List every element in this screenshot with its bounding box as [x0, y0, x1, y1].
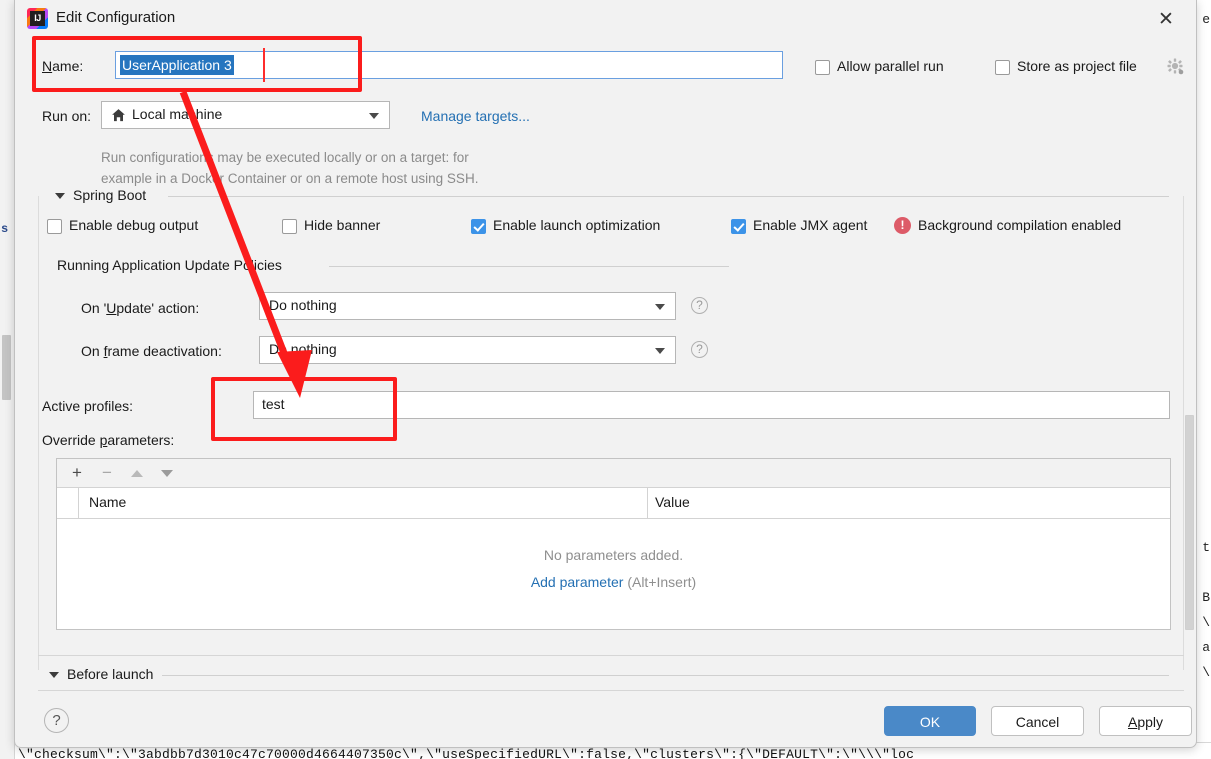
run-on-value: Local machine: [132, 106, 223, 122]
on-frame-deactivation-value: Do nothing: [269, 341, 337, 357]
table-toolbar: + −: [57, 459, 1170, 488]
spring-boot-section-header[interactable]: Spring Boot: [55, 187, 1169, 205]
on-frame-help-icon[interactable]: ?: [691, 341, 708, 358]
background-right-fragment-2: B: [1202, 590, 1210, 605]
on-update-action-combobox[interactable]: Do nothing: [259, 292, 676, 320]
dialog-scrollbar-thumb[interactable]: [1185, 415, 1194, 630]
hide-banner-label: Hide banner: [304, 217, 381, 233]
run-on-label: Run on:: [42, 108, 92, 124]
dialog-titlebar: Edit Configuration ✕: [15, 0, 1196, 39]
empty-state-action-row: Add parameter (Alt+Insert): [57, 574, 1170, 590]
background-right-fragment-4: a: [1202, 640, 1210, 655]
store-as-project-file-label: Store as project file: [1017, 58, 1137, 74]
section-rule: [162, 675, 1169, 676]
column-header-name: Name: [89, 494, 127, 510]
dialog-title: Edit Configuration: [56, 9, 176, 26]
apply-button[interactable]: Apply: [1099, 706, 1192, 736]
on-frame-deactivation-label: On frame deactivation:: [81, 343, 222, 359]
update-policies-group-header: Running Application Update Policies: [57, 257, 1169, 275]
add-parameter-icon[interactable]: +: [67, 463, 87, 483]
collapse-triangle-icon: [49, 672, 59, 678]
empty-state-message: No parameters added.: [543, 547, 684, 563]
background-right-fragment-0: e: [1202, 12, 1210, 27]
add-parameter-link[interactable]: Add parameter: [531, 574, 624, 590]
home-icon: [112, 109, 125, 122]
on-update-action-label: On 'Update' action:: [81, 300, 200, 316]
manage-targets-link[interactable]: Manage targets...: [421, 108, 530, 124]
section-rule: [168, 196, 1169, 197]
before-launch-section-header[interactable]: Before launch: [49, 666, 1169, 684]
run-on-combobox[interactable]: Local machine: [101, 101, 390, 129]
enable-jmx-agent-label: Enable JMX agent: [753, 217, 868, 233]
gear-icon[interactable]: [1167, 58, 1185, 76]
help-button[interactable]: ?: [44, 708, 69, 733]
chevron-down-icon: [369, 113, 379, 119]
background-scrollbar-thumb[interactable]: [2, 335, 11, 400]
column-divider: [647, 488, 648, 518]
group-rule: [329, 266, 729, 267]
background-right-fragment-3: \: [1202, 615, 1210, 630]
edit-configuration-dialog: Edit Configuration ✕ Name: UserApplicati…: [14, 0, 1197, 748]
background-right-fragment-5: \: [1202, 665, 1210, 680]
move-down-icon[interactable]: [157, 463, 177, 483]
checkbox-box: [995, 60, 1010, 75]
allow-parallel-run-label: Allow parallel run: [837, 58, 944, 74]
active-profiles-highlight-box: [211, 377, 397, 441]
background-compilation-warning-text: Background compilation enabled: [918, 217, 1122, 233]
collapse-triangle-icon: [55, 193, 65, 199]
on-update-help-icon[interactable]: ?: [691, 297, 708, 314]
checkbox-box: [731, 219, 746, 234]
table-header-row: Name Value: [57, 488, 1170, 519]
screenshot-root: s " : " " } } , e t B \ a \ \"checksum\"…: [0, 0, 1211, 759]
on-frame-deactivation-combobox[interactable]: Do nothing: [259, 336, 676, 364]
chevron-down-icon: [655, 304, 665, 310]
background-left-glyph: s: [1, 222, 9, 236]
background-right-fragment-1: t: [1202, 540, 1210, 555]
remove-parameter-icon[interactable]: −: [97, 463, 117, 483]
intellij-idea-icon: [27, 8, 48, 29]
column-header-value: Value: [655, 494, 690, 510]
add-parameter-shortcut: (Alt+Insert): [627, 574, 697, 590]
ok-button[interactable]: OK: [884, 706, 976, 736]
spring-boot-section-title: Spring Boot: [73, 187, 147, 203]
active-profiles-label: Active profiles:: [42, 398, 134, 414]
background-bottom-code: \"checksum\":\"3abdbb7d3010c47c70000d466…: [18, 747, 915, 759]
checkbox-box: [47, 219, 62, 234]
run-on-hint-line-2: example in a Docker Container or on a re…: [101, 171, 479, 186]
move-up-icon[interactable]: [127, 463, 147, 483]
before-launch-top-divider: [38, 655, 1184, 656]
override-parameters-table: + − Name Value No parameters added. Add …: [56, 458, 1171, 630]
before-launch-title: Before launch: [67, 666, 154, 682]
enable-debug-output-label: Enable debug output: [69, 217, 199, 233]
before-launch-bottom-divider: [38, 690, 1184, 691]
close-icon[interactable]: ✕: [1154, 8, 1178, 32]
checkbox-box: [471, 219, 486, 234]
cancel-button[interactable]: Cancel: [991, 706, 1084, 736]
chevron-down-icon: [655, 348, 665, 354]
override-parameters-label: Override parameters:: [42, 432, 175, 448]
name-field-highlight-box: [32, 36, 362, 92]
checkbox-box: [282, 219, 297, 234]
on-update-action-value: Do nothing: [269, 297, 337, 313]
enable-launch-optimization-label: Enable launch optimization: [493, 217, 661, 233]
update-policies-group-title: Running Application Update Policies: [57, 257, 282, 273]
checkbox-box: [815, 60, 830, 75]
run-on-hint-line-1: Run configurations may be executed local…: [101, 150, 469, 165]
warning-icon: [894, 217, 911, 234]
column-divider: [78, 488, 79, 518]
